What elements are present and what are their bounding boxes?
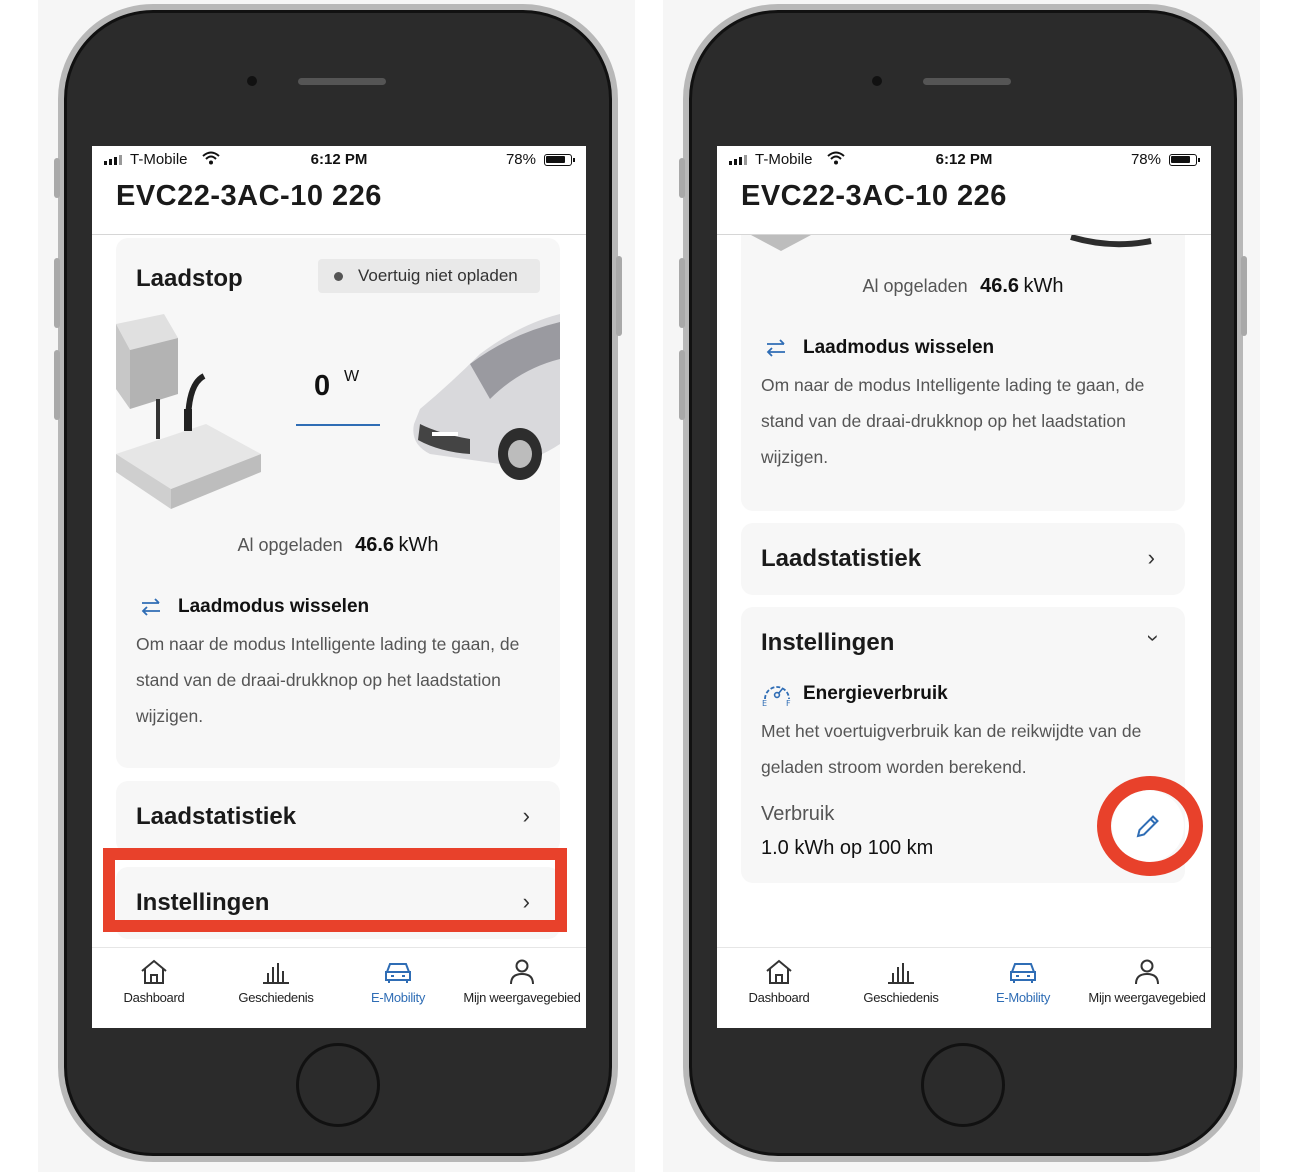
swap-arrows-icon [766, 339, 785, 357]
tab-label: E-Mobility [370, 990, 426, 1005]
svg-text:F: F [786, 699, 791, 707]
charged-value: 46.6 [355, 534, 395, 556]
status-badge: Voertuig niet opladen [318, 259, 540, 293]
illustration-fragment [751, 235, 1152, 251]
charging-status-card: Al opgeladen 46.6 kWh Laadmodus wisselen… [741, 235, 1185, 511]
energy-title: Energieverbruik [803, 683, 948, 704]
status-bar: T-Mobile 6:12 PM 78% [717, 146, 1211, 174]
chevron-down-icon[interactable]: › [1140, 634, 1166, 641]
tab-label: Geschiedenis [238, 990, 314, 1005]
screen: T-Mobile 6:12 PM 78% EVC22-3AC-10 226 Al… [717, 146, 1211, 1028]
tab-label: Geschiedenis [863, 990, 939, 1005]
content-area[interactable]: Laadstop Voertuig niet opladen 0 W Al op… [92, 235, 586, 948]
side-button [679, 158, 685, 198]
energy-description: Met het voertuigverbruik kan de reikwijd… [761, 721, 1142, 777]
tab-label: E-Mobility [995, 990, 1051, 1005]
tab-label: Mijn weergavegebied [1088, 990, 1206, 1005]
tab-my-area[interactable]: Mijn weergavegebied [1083, 948, 1211, 1028]
charging-statistics-row[interactable]: Laadstatistiek › [741, 523, 1185, 595]
side-button [1241, 256, 1247, 336]
tab-dashboard[interactable]: Dashboard [92, 948, 216, 1028]
side-button [54, 350, 60, 420]
battery-icon [1169, 154, 1200, 166]
power-underline [296, 424, 380, 426]
page-title: EVC22-3AC-10 226 [741, 180, 1007, 212]
side-button [54, 158, 60, 198]
tab-label: Dashboard [123, 990, 185, 1005]
settings-title[interactable]: Instellingen [761, 629, 894, 657]
battery-icon [544, 154, 575, 166]
home-icon [766, 959, 792, 984]
charged-label: Al opgeladen [237, 535, 343, 555]
status-dot-icon [334, 272, 343, 281]
tab-label: Dashboard [748, 990, 810, 1005]
mode-title: Laadmodus wisselen [803, 337, 995, 358]
camera [872, 76, 882, 86]
charged-row: Al opgeladen 46.6 kWh [116, 534, 560, 557]
car-icon [1010, 963, 1036, 983]
tab-e-mobility[interactable]: E-Mobility [961, 948, 1085, 1028]
usage-label: Verbruik [761, 803, 835, 825]
charged-row: Al opgeladen 46.6 kWh [741, 275, 1185, 298]
svg-text:E: E [762, 699, 767, 707]
tab-my-area[interactable]: Mijn weergavegebied [458, 948, 586, 1028]
camera [247, 76, 257, 86]
side-button [679, 258, 685, 328]
side-button [616, 256, 622, 336]
tab-bar: Dashboard Geschiedenis E-Mobility Mijn w… [717, 947, 1211, 1028]
charged-unit: kWh [398, 534, 439, 556]
phone-frame-right: T-Mobile 6:12 PM 78% EVC22-3AC-10 226 Al… [679, 4, 1247, 1162]
status-bar: T-Mobile 6:12 PM 78% [92, 146, 586, 174]
tab-e-mobility[interactable]: E-Mobility [336, 948, 460, 1028]
phone-frame-left: T-Mobile 6:12 PM 78% EVC22-3AC-10 226 La… [54, 4, 622, 1162]
bar-chart-icon [263, 963, 289, 984]
chevron-right-icon: › [522, 803, 530, 828]
person-icon [1135, 959, 1159, 985]
side-button [679, 350, 685, 420]
charger-illustration [116, 314, 261, 509]
charged-unit: kWh [1023, 275, 1064, 297]
home-button[interactable] [921, 1043, 1005, 1127]
tab-history[interactable]: Geschiedenis [839, 948, 963, 1028]
person-icon [510, 959, 534, 985]
side-button [54, 258, 60, 328]
highlight-box [103, 848, 567, 932]
tab-bar: Dashboard Geschiedenis E-Mobility Mijn w… [92, 947, 586, 1028]
speaker [298, 78, 386, 85]
status-badge-label: Voertuig niet opladen [358, 266, 518, 285]
mode-title: Laadmodus wisselen [178, 596, 370, 617]
bar-chart-icon [888, 963, 914, 984]
charged-value: 46.6 [980, 275, 1020, 297]
usage-value: 1.0 kWh op 100 km [761, 837, 934, 859]
chevron-right-icon: › [1147, 545, 1155, 570]
highlight-circle [1097, 776, 1203, 876]
stats-title: Laadstatistiek [136, 803, 297, 830]
swap-arrows-icon [141, 598, 160, 616]
tab-history[interactable]: Geschiedenis [214, 948, 338, 1028]
car-icon [385, 963, 411, 983]
power-value: 0 [314, 370, 331, 402]
fuel-gauge-icon: E F [762, 686, 791, 707]
card-title: Laadstop [136, 265, 243, 292]
home-button[interactable] [296, 1043, 380, 1127]
car-illustration [413, 314, 560, 480]
mode-description: Om naar de modus Intelligente lading te … [136, 634, 520, 726]
power-unit: W [344, 368, 360, 385]
charging-status-card: Laadstop Voertuig niet opladen 0 W Al op… [116, 238, 560, 768]
speaker [923, 78, 1011, 85]
tab-dashboard[interactable]: Dashboard [717, 948, 841, 1028]
home-icon [141, 959, 167, 984]
charged-label: Al opgeladen [862, 276, 968, 296]
tab-label: Mijn weergavegebied [463, 990, 581, 1005]
battery-percent: 78% [505, 151, 536, 168]
battery-percent: 78% [1130, 151, 1161, 168]
mode-description: Om naar de modus Intelligente lading te … [761, 375, 1145, 467]
stats-title: Laadstatistiek [761, 545, 922, 572]
page-title: EVC22-3AC-10 226 [116, 180, 382, 212]
charging-statistics-row[interactable]: Laadstatistiek › [116, 781, 560, 853]
